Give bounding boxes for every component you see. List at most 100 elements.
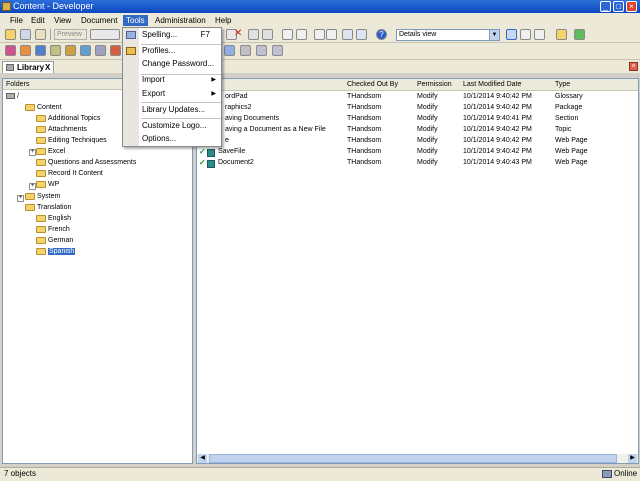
menu-item-spelling[interactable]: Spelling... F7 <box>142 29 220 41</box>
menu-item-import[interactable]: Import ▶ <box>142 74 220 86</box>
new-section-icon[interactable] <box>20 45 31 56</box>
tree-node-german[interactable]: German <box>36 235 73 246</box>
maximize-button[interactable]: □ <box>613 1 624 12</box>
library-icon <box>6 64 14 71</box>
horizontal-scrollbar[interactable]: ◀ ▶ <box>197 454 638 463</box>
menu-item-customize-logo[interactable]: Customize Logo... <box>142 120 220 132</box>
library-root-icon <box>6 93 15 100</box>
preview-button[interactable]: Preview <box>54 29 87 40</box>
tab-library[interactable]: Library X <box>2 61 54 73</box>
cell-name: aving a Document as a New File <box>225 126 326 133</box>
open-icon[interactable] <box>5 29 16 40</box>
binoculars-icon[interactable] <box>342 29 353 40</box>
minimize-button[interactable]: _ <box>600 1 611 12</box>
new-package-icon[interactable] <box>65 45 76 56</box>
new-topic-icon[interactable] <box>35 45 46 56</box>
find-icon[interactable] <box>248 29 259 40</box>
status-bar: 7 objects Online <box>0 467 640 481</box>
columns-view-icon[interactable] <box>534 29 545 40</box>
menu-item-library-updates[interactable]: Library Updates... <box>142 104 220 116</box>
publish-icon[interactable] <box>240 45 251 56</box>
tree-node-root[interactable]: / <box>6 91 19 102</box>
folder-icon <box>36 169 46 177</box>
table-row[interactable]: ordPad THandsom Modify 10/1/2014 9:40:42… <box>197 91 638 102</box>
delete-icon[interactable]: ✕ <box>234 29 245 40</box>
close-button[interactable]: × <box>626 1 637 12</box>
expand-wp-icon[interactable]: + <box>29 183 36 190</box>
menu-item-export[interactable]: Export ▶ <box>142 88 220 100</box>
split-view-icon[interactable] <box>520 29 531 40</box>
close-pane-icon[interactable]: × <box>629 62 638 71</box>
table-row[interactable]: ✓ Document2 THandsom Modify 10/1/2014 9:… <box>197 157 638 169</box>
scroll-left-icon[interactable]: ◀ <box>198 454 207 463</box>
preview-mode-select[interactable] <box>90 29 120 40</box>
refresh-icon[interactable] <box>574 29 585 40</box>
cell-name: aving Documents <box>225 115 280 122</box>
menu-help[interactable]: Help <box>212 15 234 26</box>
scroll-thumb[interactable] <box>209 454 617 463</box>
help-icon[interactable]: ? <box>376 29 387 40</box>
tab-close-icon[interactable]: X <box>45 63 50 72</box>
undo-icon[interactable] <box>282 29 293 40</box>
print-icon[interactable] <box>35 29 46 40</box>
menu-item-change-password[interactable]: Change Password... <box>142 58 220 70</box>
menu-administration[interactable]: Administration <box>152 15 209 26</box>
scroll-right-icon[interactable]: ▶ <box>628 454 637 463</box>
column-last-modified[interactable]: Last Modified Date <box>463 79 521 90</box>
link-icon[interactable] <box>224 45 235 56</box>
tree-node-system[interactable]: System <box>25 191 60 202</box>
column-permission[interactable]: Permission <box>417 79 452 90</box>
menu-item-profiles[interactable]: Profiles... <box>142 45 220 57</box>
tree-node-french[interactable]: French <box>36 224 70 235</box>
cell-modified: 10/1/2014 9:40:42 PM <box>463 93 532 100</box>
column-type[interactable]: Type <box>555 79 570 90</box>
tree-node-spanish[interactable]: Spanish <box>36 246 76 257</box>
tree-node-record-it[interactable]: Record It Content <box>36 168 103 179</box>
tree-node-wp[interactable]: WP <box>36 179 59 190</box>
expand-system-icon[interactable]: + <box>17 195 24 202</box>
new-glossary-icon[interactable] <box>50 45 61 56</box>
outdent-icon[interactable] <box>326 29 337 40</box>
chevron-down-icon[interactable]: ▼ <box>489 30 499 40</box>
folder-icon <box>36 236 46 244</box>
new-role-icon[interactable] <box>95 45 106 56</box>
column-checked-out-by[interactable]: Checked Out By <box>347 79 398 90</box>
menu-item-options[interactable]: Options... <box>142 133 220 145</box>
window-title: Content - Developer <box>13 1 94 11</box>
tree-node-english[interactable]: English <box>36 213 71 224</box>
table-row[interactable]: aving Documents THandsom Modify 10/1/201… <box>197 113 638 124</box>
folder-icon <box>36 147 46 155</box>
redo-icon[interactable] <box>296 29 307 40</box>
cell-permission: Modify <box>417 104 438 111</box>
folder-up-icon[interactable] <box>556 29 567 40</box>
tree-node-excel[interactable]: Excel <box>36 146 65 157</box>
tree-node-additional-topics[interactable]: Additional Topics <box>36 113 100 124</box>
menu-tools[interactable]: Tools <box>123 15 148 26</box>
tree-node-content[interactable]: Content <box>25 102 62 113</box>
menu-edit[interactable]: Edit <box>28 15 48 26</box>
folder-icon <box>36 214 46 222</box>
details-view-icon[interactable] <box>506 29 517 40</box>
tree-node-editing-techniques[interactable]: Editing Techniques <box>36 135 107 146</box>
menu-document[interactable]: Document <box>78 15 120 26</box>
view-select[interactable]: Details view ▼ <box>396 29 500 41</box>
tree-node-attachments[interactable]: Attachments <box>36 124 87 135</box>
menu-file[interactable]: File <box>7 15 26 26</box>
save-icon[interactable] <box>20 29 31 40</box>
menu-view[interactable]: View <box>51 15 74 26</box>
new-webpage-icon[interactable] <box>80 45 91 56</box>
new-module-icon[interactable] <box>5 45 16 56</box>
indent-icon[interactable] <box>314 29 325 40</box>
tree-node-questions[interactable]: Questions and Assessments <box>36 157 136 168</box>
table-row[interactable]: aving a Document as a New File THandsom … <box>197 124 638 135</box>
new-assessment-icon[interactable] <box>110 45 121 56</box>
table-row[interactable]: e THandsom Modify 10/1/2014 9:40:42 PM W… <box>197 135 638 146</box>
checkout-icon[interactable] <box>272 45 283 56</box>
spell-check-icon[interactable] <box>356 29 367 40</box>
properties-icon[interactable] <box>262 29 273 40</box>
checkin-icon[interactable] <box>256 45 267 56</box>
expand-excel-icon[interactable]: + <box>29 149 36 156</box>
table-row[interactable]: raphics2 THandsom Modify 10/1/2014 9:40:… <box>197 102 638 113</box>
tree-node-translation[interactable]: Translation <box>25 202 71 213</box>
table-row[interactable]: ✓ SaveFile THandsom Modify 10/1/2014 9:4… <box>197 146 638 158</box>
